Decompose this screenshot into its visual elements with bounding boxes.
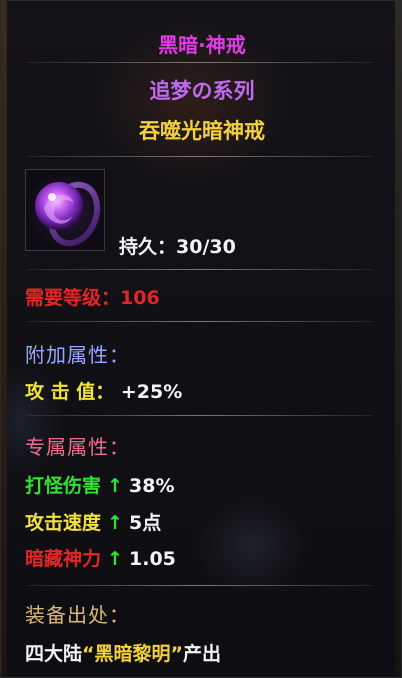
source-prefix: 四大陆 <box>25 643 83 665</box>
source-highlight: “黑暗黎明” <box>82 643 183 665</box>
exclusive-stat-value: 5点 <box>129 512 162 534</box>
exclusive-stat-row: 攻击速度 ↑ 5点 <box>25 508 161 535</box>
item-icon-frame <box>25 169 105 251</box>
divider <box>27 415 373 416</box>
source-suffix: 产出 <box>183 643 222 665</box>
arrow-up-icon: ↑ <box>107 548 123 570</box>
equipment-source-text: 四大陆“黑暗黎明”产出 <box>25 639 221 666</box>
exclusive-stat-value: 38% <box>129 475 175 497</box>
exclusive-stat-row: 打怪伤害 ↑ 38% <box>25 471 175 498</box>
durability-row: 持久：30/30 <box>119 232 236 259</box>
bonus-stat-value: +25% <box>120 381 183 403</box>
bonus-attributes-header: 附加属性： <box>25 343 130 367</box>
durability-value: 30/30 <box>176 236 236 258</box>
item-title: 黑暗·神戒 <box>158 33 246 57</box>
exclusive-stat-label: 打怪伤害 <box>25 475 102 497</box>
arrow-up-icon: ↑ <box>107 512 123 534</box>
divider <box>27 269 373 270</box>
bonus-stat-row: 攻 击 值： +25% <box>25 377 182 404</box>
divider <box>27 62 373 63</box>
bonus-stat-label: 攻 击 值： <box>25 381 115 403</box>
exclusive-attributes-header: 专属属性： <box>25 435 130 459</box>
level-requirement-value: 106 <box>120 287 160 309</box>
divider <box>27 585 373 586</box>
durability-label: 持久： <box>119 236 177 258</box>
equipment-source-header: 装备出处： <box>25 603 130 627</box>
item-subtitle: 吞噬光暗神戒 <box>139 119 265 143</box>
level-requirement: 需要等级：106 <box>25 283 160 310</box>
exclusive-stat-label: 攻击速度 <box>25 512 102 534</box>
exclusive-stat-row: 暗藏神力 ↑ 1.05 <box>25 544 176 571</box>
purple-ring-icon <box>35 181 101 247</box>
divider <box>27 321 373 322</box>
arrow-up-icon: ↑ <box>107 475 123 497</box>
exclusive-stat-label: 暗藏神力 <box>25 548 102 570</box>
exclusive-stat-value: 1.05 <box>129 548 176 570</box>
level-requirement-label: 需要等级： <box>25 287 121 309</box>
item-tooltip: 黑暗·神戒 追梦の系列 吞噬光暗神戒 持久：30/30 需要等级：106 附加属… <box>0 0 402 678</box>
divider <box>27 156 373 157</box>
item-series: 追梦の系列 <box>149 79 255 103</box>
